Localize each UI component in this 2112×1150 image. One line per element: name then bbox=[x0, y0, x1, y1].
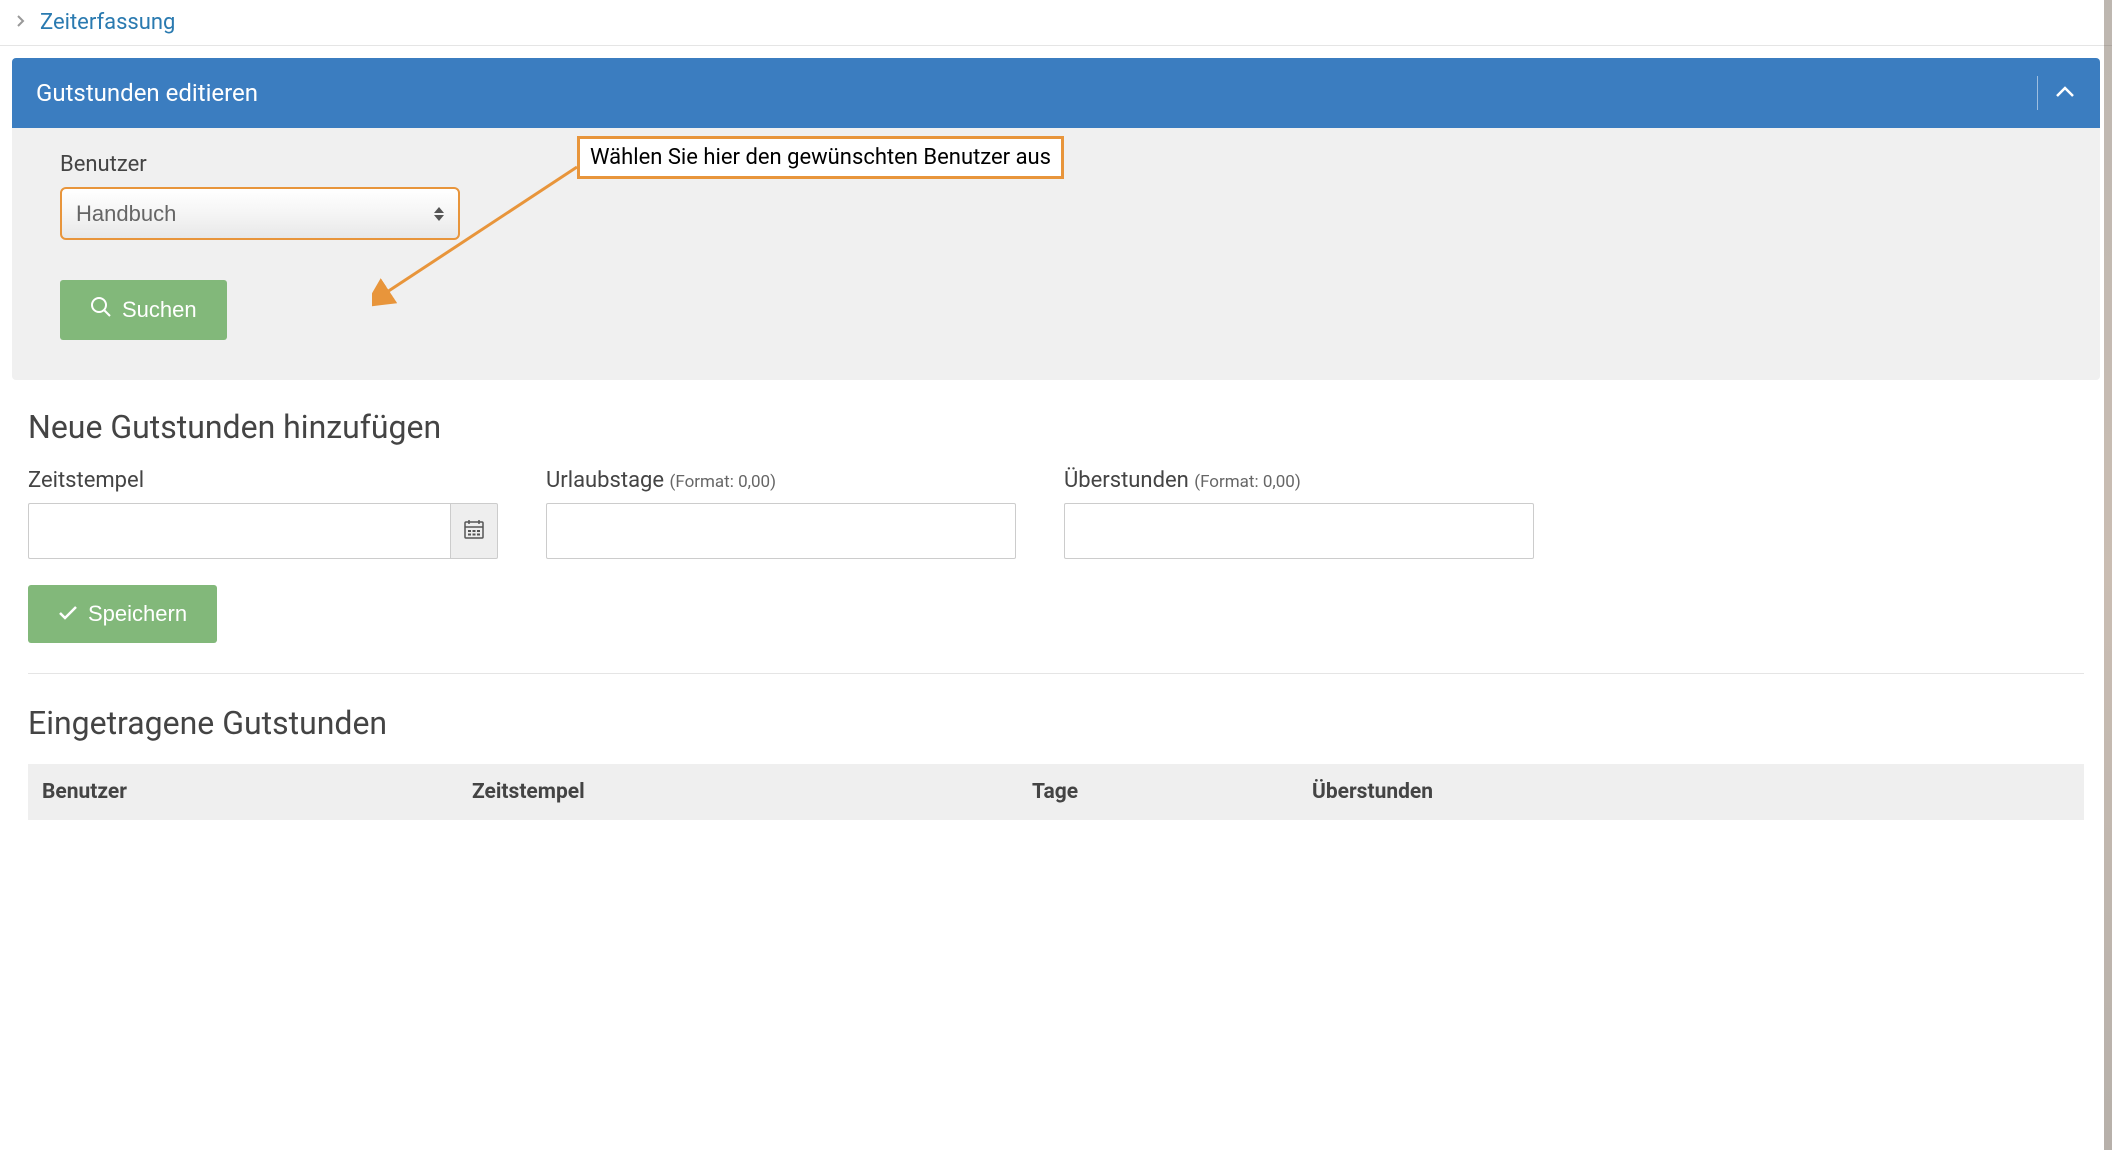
vacation-label: Urlaubstage (Format: 0,00) bbox=[546, 468, 1016, 493]
calendar-icon bbox=[463, 518, 485, 544]
table-header: Benutzer Zeitstempel Tage Überstunden bbox=[28, 764, 2084, 820]
panel-gutstunden-editieren: Gutstunden editieren Wählen Sie hier den… bbox=[12, 58, 2100, 380]
panel-header: Gutstunden editieren bbox=[12, 58, 2100, 128]
breadcrumb-link-zeiterfassung[interactable]: Zeiterfassung bbox=[40, 10, 175, 35]
save-button[interactable]: Speichern bbox=[28, 585, 217, 643]
user-select[interactable]: Handbuch bbox=[62, 189, 458, 238]
panel-body: Wählen Sie hier den gewünschten Benutzer… bbox=[12, 128, 2100, 380]
breadcrumb: Zeiterfassung bbox=[0, 0, 2112, 46]
column-header-user: Benutzer bbox=[42, 780, 472, 804]
user-select-wrap: Handbuch bbox=[60, 187, 460, 240]
vacation-input[interactable] bbox=[546, 503, 1016, 559]
list-section-title: Eingetragene Gutstunden bbox=[28, 704, 2084, 742]
vacation-hint: (Format: 0,00) bbox=[670, 472, 776, 492]
callout-annotation: Wählen Sie hier den gewünschten Benutzer… bbox=[577, 136, 1064, 179]
divider bbox=[2037, 76, 2038, 110]
add-form-row: Zeitstempel bbox=[28, 468, 2084, 559]
section-divider bbox=[28, 673, 2084, 674]
panel-title: Gutstunden editieren bbox=[36, 79, 258, 107]
add-section-title: Neue Gutstunden hinzufügen bbox=[28, 408, 2084, 446]
search-button[interactable]: Suchen bbox=[60, 280, 227, 340]
timestamp-label: Zeitstempel bbox=[28, 468, 498, 493]
save-button-label: Speichern bbox=[88, 601, 187, 627]
column-header-overtime: Überstunden bbox=[1312, 780, 2070, 804]
search-button-label: Suchen bbox=[122, 297, 197, 323]
chevron-up-icon[interactable] bbox=[2054, 84, 2076, 103]
right-edge-decoration bbox=[2104, 0, 2112, 1150]
column-header-days: Tage bbox=[1032, 780, 1312, 804]
search-icon bbox=[90, 296, 112, 324]
overtime-hint: (Format: 0,00) bbox=[1194, 472, 1300, 492]
chevron-right-icon bbox=[16, 13, 26, 32]
calendar-button[interactable] bbox=[450, 503, 498, 559]
timestamp-input[interactable] bbox=[28, 503, 450, 559]
overtime-input[interactable] bbox=[1064, 503, 1534, 559]
check-icon bbox=[58, 601, 78, 627]
column-header-timestamp: Zeitstempel bbox=[472, 780, 1032, 804]
overtime-label: Überstunden (Format: 0,00) bbox=[1064, 468, 1534, 493]
